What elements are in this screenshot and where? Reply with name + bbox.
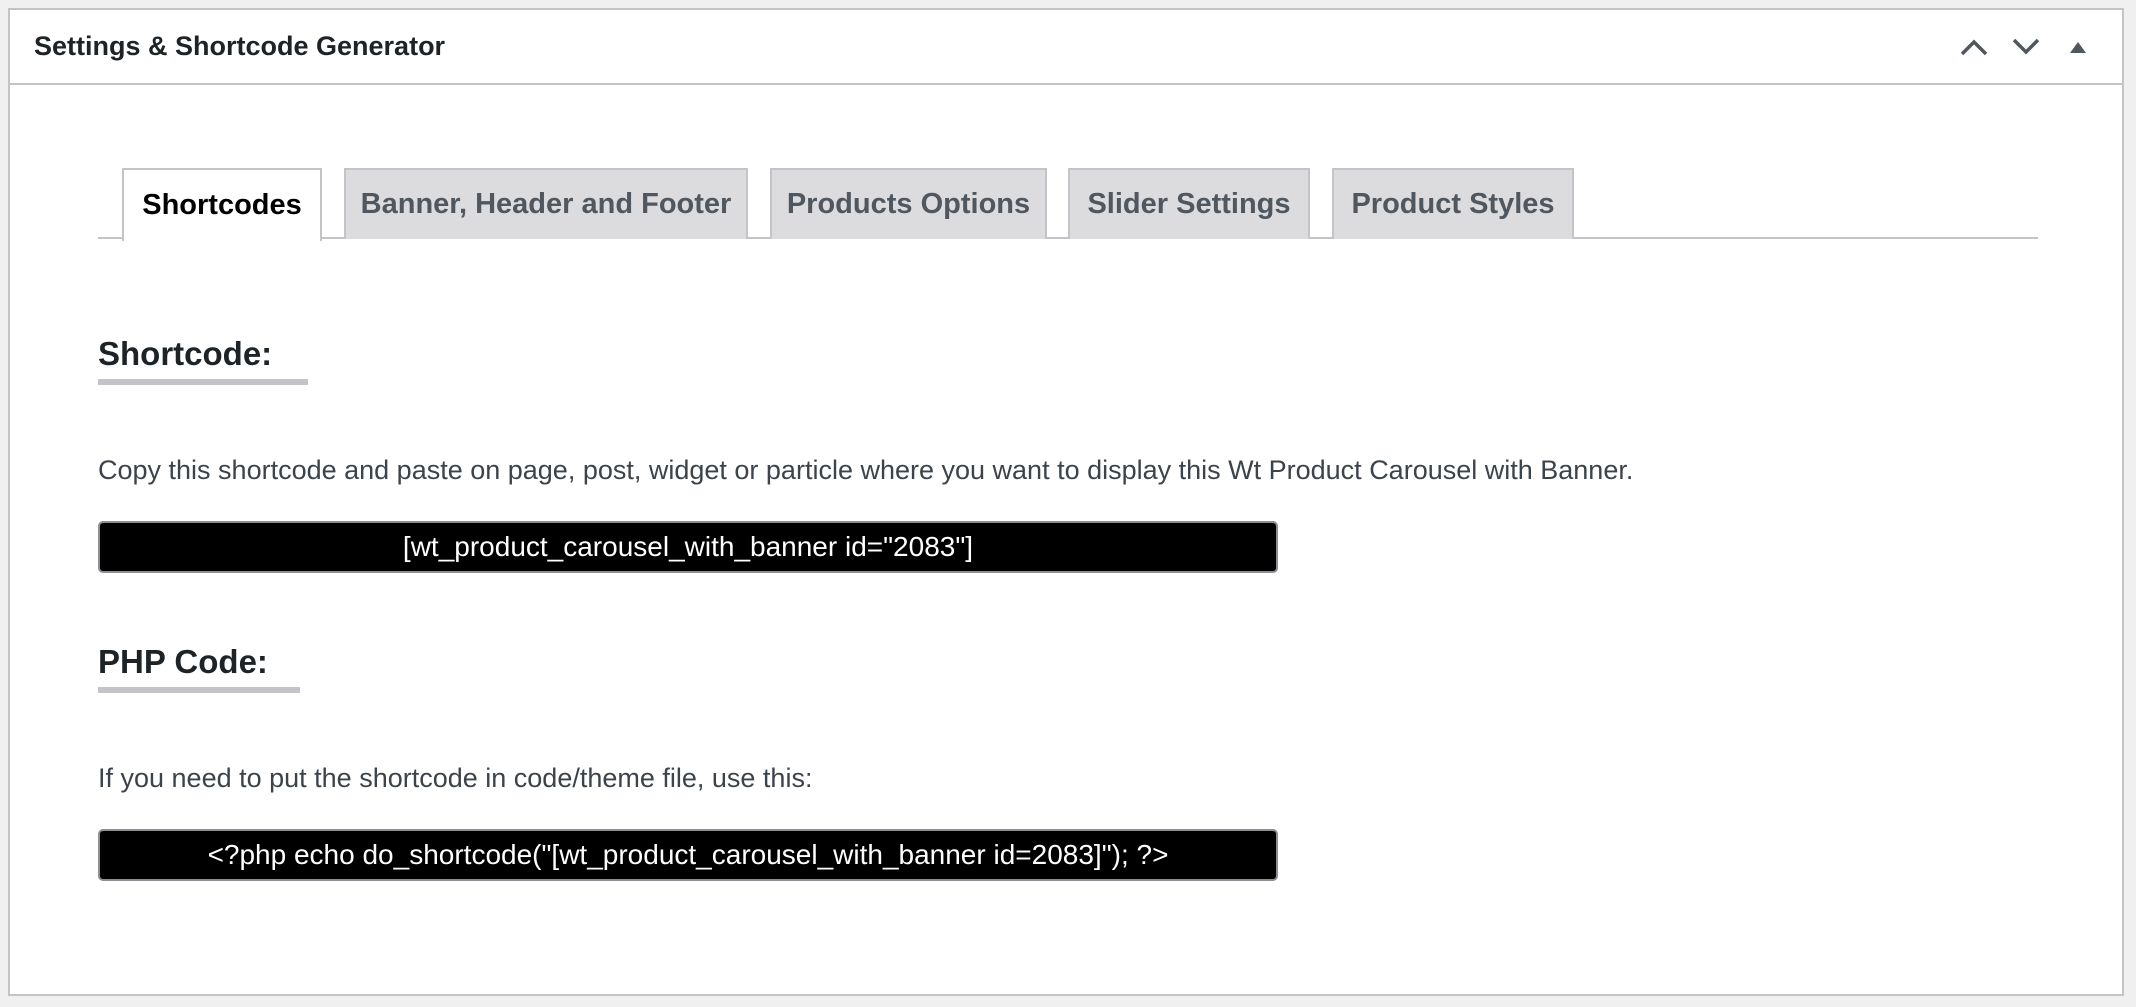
chevron-down-icon — [2012, 38, 2040, 54]
move-up-button[interactable] — [1948, 21, 2000, 73]
tab-product-styles[interactable]: Product Styles — [1332, 168, 1574, 239]
php-code-heading: PHP Code: — [98, 643, 268, 680]
chevron-up-icon — [1960, 39, 1988, 55]
settings-postbox: Settings & Shortcode Generator Shortcode… — [8, 8, 2124, 996]
shortcode-description: Copy this shortcode and paste on page, p… — [98, 455, 1634, 485]
postbox-header: Settings & Shortcode Generator — [10, 10, 2122, 85]
tab-slider-settings[interactable]: Slider Settings — [1068, 168, 1310, 239]
handle-actions — [1948, 10, 2104, 83]
tab-banner-header-footer[interactable]: Banner, Header and Footer — [344, 168, 748, 239]
tab-shortcodes[interactable]: Shortcodes — [122, 168, 322, 241]
php-code-heading-underline — [98, 687, 300, 693]
shortcode-input[interactable] — [98, 521, 1278, 573]
move-down-button[interactable] — [2000, 21, 2052, 73]
settings-tabs: Shortcodes Banner, Header and Footer Pro… — [98, 168, 2038, 241]
triangle-up-icon — [2070, 41, 2086, 53]
shortcode-heading: Shortcode: — [98, 335, 273, 372]
shortcode-heading-underline — [98, 379, 308, 385]
tab-products-options[interactable]: Products Options — [770, 168, 1047, 239]
php-code-description: If you need to put the shortcode in code… — [98, 763, 813, 793]
postbox-title: Settings & Shortcode Generator — [34, 31, 446, 61]
toggle-panel-button[interactable] — [2052, 21, 2104, 73]
php-code-input[interactable] — [98, 829, 1278, 881]
